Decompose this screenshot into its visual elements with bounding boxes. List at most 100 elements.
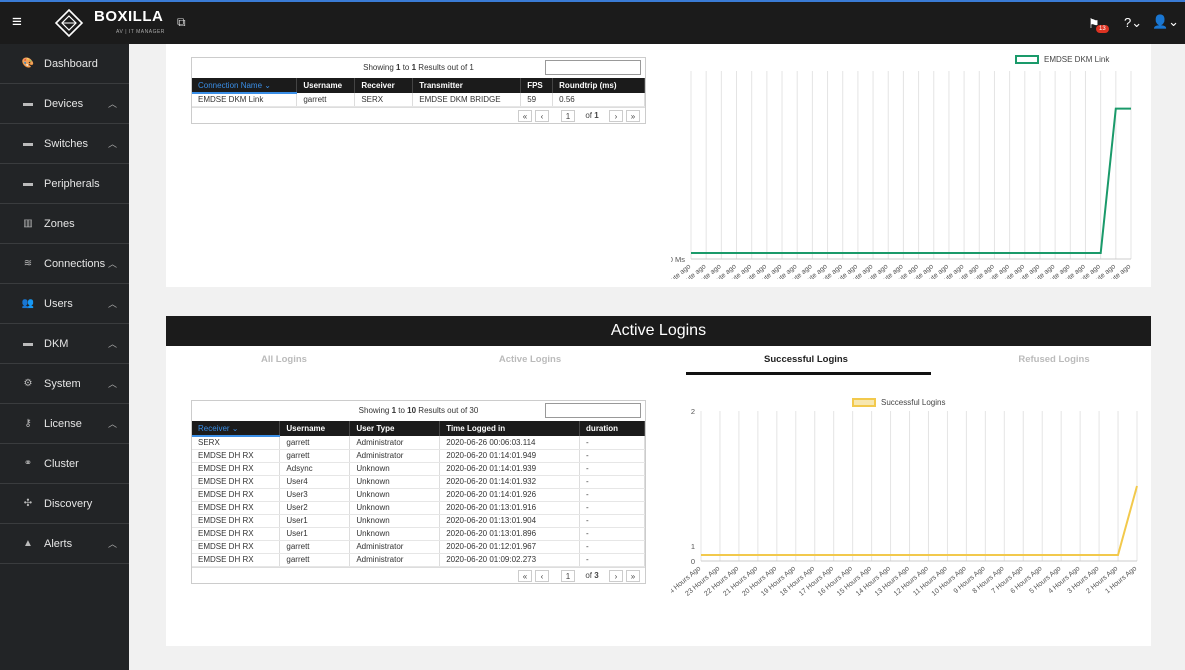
boxilla-logo-icon: [54, 8, 84, 38]
table-cell: EMDSE DH RX: [192, 475, 281, 489]
sidebar-item-devices[interactable]: ▬ Devices ︿: [0, 84, 129, 124]
active-tab-underline: [686, 372, 931, 375]
table-cell: -: [579, 527, 645, 541]
table-row[interactable]: EMDSE DKM Link garrett SERX EMDSE DKM BRIDG…: [192, 93, 645, 107]
column-header[interactable]: Time Logged in: [439, 421, 581, 436]
table-cell: EMDSE DH RX: [192, 488, 281, 502]
table-cell: 2020-06-20 01:14:01.939: [439, 462, 581, 476]
connections-table-info: Showing 1 to 1 Results out of 1: [192, 58, 645, 78]
sidebar-item-label: Users: [44, 297, 73, 310]
column-header[interactable]: Transmitter: [412, 78, 522, 93]
series-line: [691, 107, 1131, 254]
wifi-icon: ≋: [23, 258, 33, 269]
table-cell: Administrator: [349, 553, 441, 567]
chevron-up-icon[interactable]: ︿: [108, 137, 117, 150]
column-header[interactable]: duration: [579, 421, 645, 436]
table-cell: 2020-06-20 01:13:01.896: [439, 527, 581, 541]
table-row[interactable]: EMDSE DH RX garrett Administrator 2020-06-2…: [192, 553, 645, 567]
table-row[interactable]: EMDSE DH RX garrett Administrator 2020-06-2…: [192, 540, 645, 554]
column-header[interactable]: Username: [296, 78, 356, 93]
sidebar-item-cluster[interactable]: ⚭ Cluster: [0, 444, 129, 484]
external-link-icon[interactable]: ⧉: [177, 15, 186, 30]
table-row[interactable]: SERX garrett Administrator 2020-06-26 00:06…: [192, 436, 645, 450]
sidebar-item-label: Zones: [44, 217, 75, 230]
pager-next-button[interactable]: ›: [609, 109, 623, 122]
table-cell: -: [579, 501, 645, 515]
chevron-up-icon[interactable]: ︿: [108, 257, 117, 270]
sidebar-item-peripherals[interactable]: ▬ Peripherals: [0, 164, 129, 204]
sidebar-item-label: Dashboard: [44, 57, 98, 70]
sidebar-item-label: Peripherals: [44, 177, 100, 190]
dkm-icon: ▬: [23, 338, 33, 349]
table-cell: 2020-06-26 00:06:03.114: [439, 436, 581, 450]
sidebar-item-label: System: [44, 377, 81, 390]
pager-last-button[interactable]: »: [626, 569, 640, 582]
table-row[interactable]: EMDSE DH RX garrett Administrator 2020-06-2…: [192, 449, 645, 463]
table-cell: Adsync: [279, 462, 351, 476]
pager-page-input[interactable]: 1: [561, 569, 575, 582]
pager-first-button[interactable]: «: [518, 569, 532, 582]
tab-refused-logins[interactable]: Refused Logins: [984, 354, 1124, 365]
sidebar-item-alerts[interactable]: ▲ Alerts ︿: [0, 524, 129, 564]
column-header[interactable]: Receiver: [354, 78, 414, 93]
pager-page-total: of 1: [578, 109, 606, 122]
discovery-icon: ✣: [23, 498, 33, 509]
table-cell: garrett: [279, 540, 351, 554]
tab-active-logins[interactable]: Active Logins: [460, 354, 600, 365]
sidebar-item-switches[interactable]: ▬ Switches ︿: [0, 124, 129, 164]
pager-prev-button[interactable]: ‹: [535, 569, 549, 582]
column-header[interactable]: Receiver ⌄: [192, 421, 281, 437]
sidebar-item-dashboard[interactable]: 🎨 Dashboard: [0, 44, 129, 84]
y-tick-label: 0 Ms: [671, 255, 685, 264]
sidebar-item-dkm[interactable]: ▬ DKM ︿: [0, 324, 129, 364]
pager-last-button[interactable]: »: [626, 109, 640, 122]
table-cell: -: [579, 462, 645, 476]
tab-all-logins[interactable]: All Logins: [214, 354, 354, 365]
sidebar-item-connections[interactable]: ≋ Connections ︿: [0, 244, 129, 284]
table-cell: -: [579, 553, 645, 567]
chevron-up-icon[interactable]: ︿: [108, 97, 117, 110]
sidebar-item-system[interactable]: ⚙ System ︿: [0, 364, 129, 404]
table-cell: EMDSE DKM BRIDGE: [412, 93, 522, 107]
column-header[interactable]: User Type: [349, 421, 441, 436]
pager-page-input[interactable]: 1: [561, 109, 575, 122]
chevron-up-icon[interactable]: ︿: [108, 377, 117, 390]
hamburger-menu-icon[interactable]: ≡: [12, 12, 28, 32]
chevron-up-icon[interactable]: ︿: [108, 297, 117, 310]
user-menu-icon[interactable]: 👤⌄: [1152, 14, 1179, 30]
table-cell: Unknown: [349, 514, 441, 528]
connections-search-input[interactable]: [545, 60, 641, 75]
table-row[interactable]: EMDSE DH RX User2 Unknown 2020-06-20 01:13:…: [192, 501, 645, 515]
sidebar-item-label: Alerts: [44, 537, 73, 550]
table-row[interactable]: EMDSE DH RX User4 Unknown 2020-06-20 01:14:…: [192, 475, 645, 489]
key-icon: ⚷: [24, 418, 32, 429]
table-row[interactable]: EMDSE DH RX User1 Unknown 2020-06-20 01:13:…: [192, 527, 645, 541]
table-row[interactable]: EMDSE DH RX User3 Unknown 2020-06-20 01:14:…: [192, 488, 645, 502]
sidebar-item-users[interactable]: 👥 Users ︿: [0, 284, 129, 324]
column-header[interactable]: Connection Name ⌄: [192, 78, 298, 94]
chevron-up-icon[interactable]: ︿: [108, 337, 117, 350]
pager-first-button[interactable]: «: [518, 109, 532, 122]
tab-successful-logins[interactable]: Successful Logins: [736, 354, 876, 365]
column-header[interactable]: Username: [279, 421, 351, 436]
logins-table: Receiver ⌄ Username User Type Time Logged i…: [192, 421, 645, 567]
sidebar-item-zones[interactable]: ▥ Zones: [0, 204, 129, 244]
pager-next-button[interactable]: ›: [609, 569, 623, 582]
table-row[interactable]: EMDSE DH RX User1 Unknown 2020-06-20 01:13:…: [192, 514, 645, 528]
y-tick-label: 1: [691, 542, 695, 551]
logins-search-input[interactable]: [545, 403, 641, 418]
chevron-up-icon[interactable]: ︿: [108, 537, 117, 550]
table-cell: SERX: [354, 93, 414, 107]
table-row[interactable]: EMDSE DH RX Adsync Unknown 2020-06-20 01:14…: [192, 462, 645, 476]
sidebar-item-label: DKM: [44, 337, 69, 350]
sidebar-item-license[interactable]: ⚷ License ︿: [0, 404, 129, 444]
table-cell: EMDSE DH RX: [192, 527, 281, 541]
pager-prev-button[interactable]: ‹: [535, 109, 549, 122]
pager-page-total: of 3: [578, 569, 606, 582]
column-header[interactable]: FPS: [520, 78, 554, 93]
column-header[interactable]: Roundtrip (ms): [552, 78, 645, 93]
chevron-up-icon[interactable]: ︿: [108, 417, 117, 430]
table-cell: EMDSE DH RX: [192, 449, 281, 463]
sidebar-item-discovery[interactable]: ✣ Discovery: [0, 484, 129, 524]
help-menu-icon[interactable]: ?⌄: [1124, 15, 1142, 31]
